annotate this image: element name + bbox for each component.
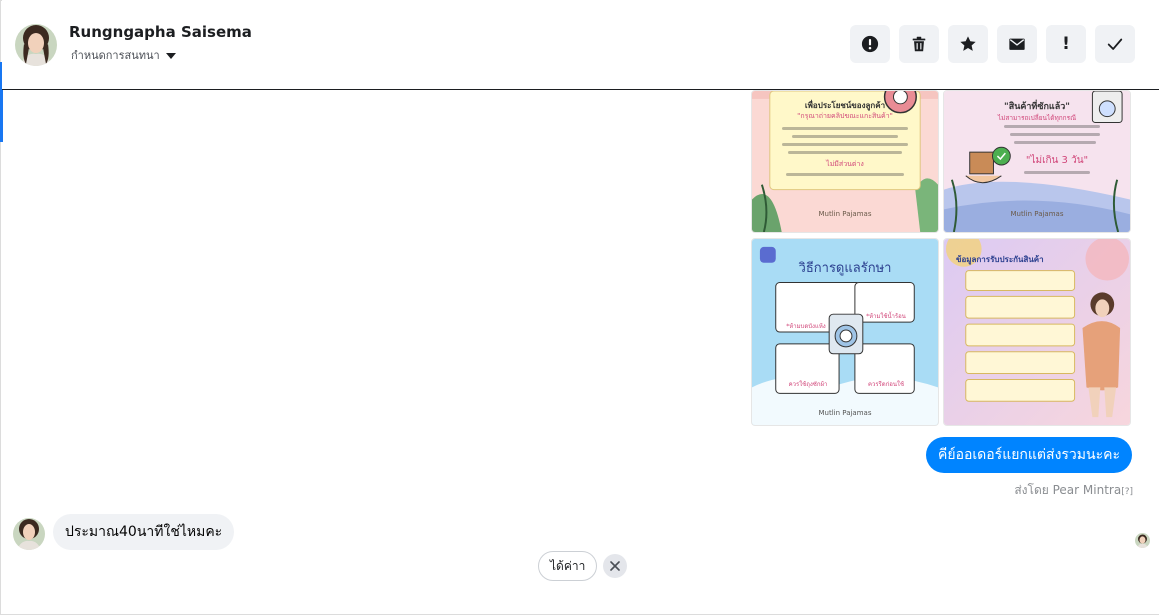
tile-box-text: ควรใช้ถุงซักผ้า xyxy=(788,381,828,388)
tile-brand: Mutlin Pajamas xyxy=(1010,210,1064,218)
tile-text-line xyxy=(1010,133,1100,136)
incoming-message-bubble[interactable]: ประมาณ40นาทีใช่ไหมคะ xyxy=(53,514,235,550)
trash-icon xyxy=(912,36,926,52)
close-icon xyxy=(610,561,620,571)
quick-reply-chip[interactable]: ได้ค่าา xyxy=(538,551,598,581)
tile-text-line xyxy=(1014,141,1096,144)
tile-heading: ข้อมูลการรับประกันสินค้า xyxy=(956,255,1044,264)
checkmark-icon xyxy=(1107,38,1123,50)
contact-name[interactable]: Rungngapha Saisema xyxy=(69,23,252,41)
avatar-photo xyxy=(1135,533,1150,548)
tile-text-line xyxy=(782,127,908,130)
tile-heading: วิธีการดูแลรักษา xyxy=(798,261,892,276)
assign-conversation-dropdown[interactable]: กำหนดการสนทนา xyxy=(71,46,176,64)
tile-box-text: *ห้ามบดบังแห้ง xyxy=(786,323,826,330)
dismiss-quick-reply-button[interactable] xyxy=(603,554,627,578)
avatar-photo xyxy=(13,518,45,550)
sent-by-prefix: ส่งโดย xyxy=(1014,483,1049,497)
conversation-header: Rungngapha Saisema กำหนดการสนทนา ! xyxy=(2,0,1159,90)
image-tile-washed-items[interactable]: "สินค้าที่ซักแล้ว" ไม่สามารถเปลี่ยนได้ทุ… xyxy=(943,90,1131,233)
star-button[interactable] xyxy=(948,25,988,63)
tile-brand: Mutlin Pajamas xyxy=(818,409,872,417)
assign-conversation-label: กำหนดการสนทนา xyxy=(71,49,160,62)
tile-text-line xyxy=(1024,171,1090,174)
tile-text-line xyxy=(1004,125,1100,128)
alert-button[interactable] xyxy=(850,25,890,63)
conversation-toolbar: ! xyxy=(850,25,1135,63)
tile-subheading: "กรุณาถ่ายคลิปขณะแกะสินค้า" xyxy=(797,112,893,120)
sent-by-name: Pear Mintra xyxy=(1052,483,1122,497)
caret-down-icon xyxy=(165,52,176,59)
tile-text-line xyxy=(792,135,898,138)
image-tile-packing-clip[interactable]: เพื่อประโยชน์ของลูกค้า "กรุณาถ่ายคลิปขณะ… xyxy=(751,90,939,233)
mark-done-button[interactable] xyxy=(1095,25,1135,63)
mail-icon xyxy=(1009,38,1025,50)
tile-heading: "สินค้าที่ซักแล้ว" xyxy=(1004,102,1070,112)
sent-by-label: ส่งโดย Pear Mintra[?] xyxy=(1014,481,1133,500)
image-tile-care-instructions[interactable]: วิธีการดูแลรักษา *ห้ามบดบังแห้ง *ห้ามใช้… xyxy=(751,238,939,426)
mark-spam-button[interactable]: ! xyxy=(1046,25,1086,63)
tile-note: ไม่มีส่วนต่าง xyxy=(826,160,864,168)
outgoing-message-bubble[interactable]: คีย์ออเดอร์แยกแต่ส่งรวมนะคะ xyxy=(926,437,1132,473)
tile-text-line xyxy=(782,143,908,146)
image-tile-warranty-info[interactable]: ข้อมูลการรับประกันสินค้า xyxy=(943,238,1131,426)
star-icon xyxy=(960,36,976,51)
alert-circle-icon xyxy=(861,35,879,53)
tile-artwork xyxy=(944,239,1130,425)
tile-text-line xyxy=(786,173,904,176)
image-attachment-grid: เพื่อประโยชน์ของลูกค้า "กรุณาถ่ายคลิปขณะ… xyxy=(751,90,1131,426)
delete-button[interactable] xyxy=(899,25,939,63)
tile-brand: Mutlin Pajamas xyxy=(818,210,872,218)
exclamation-icon: ! xyxy=(1062,33,1070,54)
tile-box-text: ควรรีดก่อนใช้ xyxy=(867,381,905,388)
tile-box-text: *ห้ามใช้น้ำร้อน xyxy=(866,313,906,320)
avatar-photo xyxy=(15,24,57,66)
tile-text-line xyxy=(788,151,902,154)
tile-subheading: ไม่สามารถเปลี่ยนได้ทุกกรณี xyxy=(997,114,1077,122)
contact-avatar[interactable] xyxy=(15,24,57,66)
sender-avatar[interactable] xyxy=(13,518,45,550)
mark-unread-button[interactable] xyxy=(997,25,1037,63)
sent-by-help-link[interactable]: [?] xyxy=(1121,487,1133,497)
read-receipt-avatar xyxy=(1135,533,1150,548)
tile-note: "ไม่เกิน 3 วัน" xyxy=(1025,155,1089,166)
